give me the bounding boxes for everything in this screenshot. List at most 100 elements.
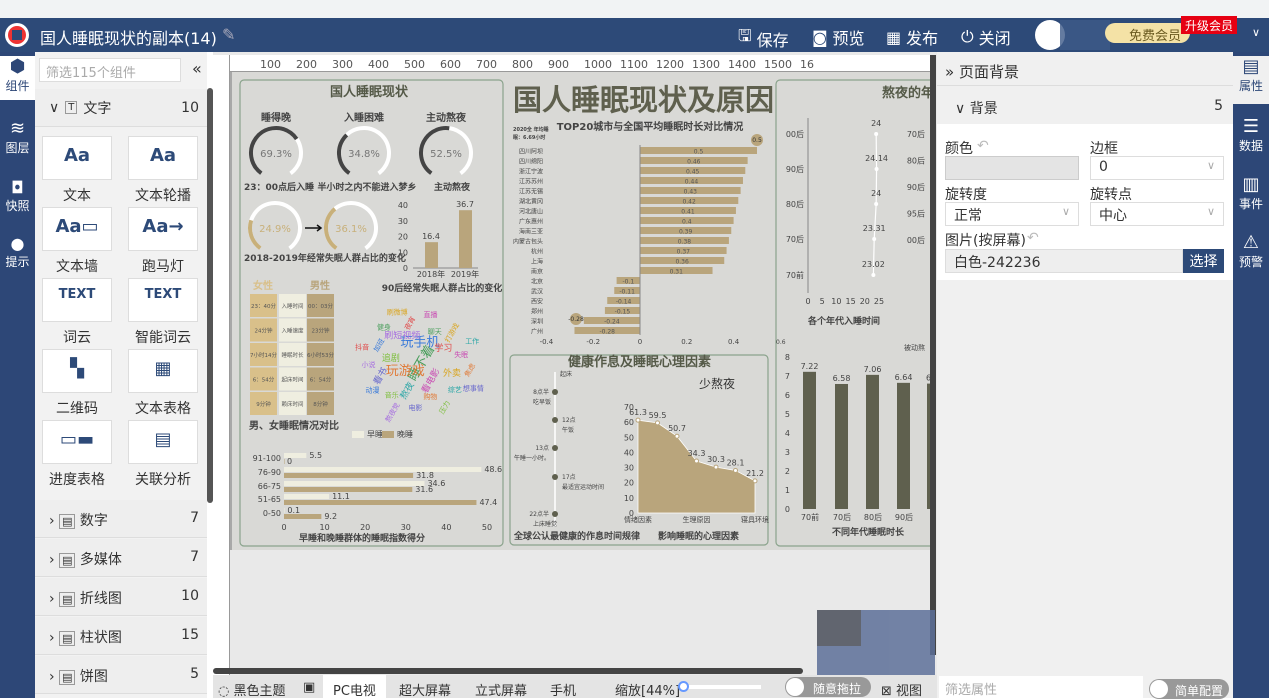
tab-pc-tv[interactable]: PC电视 bbox=[323, 675, 386, 699]
collapse-panel-button[interactable]: « bbox=[192, 59, 202, 78]
color-picker[interactable] bbox=[945, 156, 1079, 180]
zoom-slider[interactable] bbox=[678, 681, 761, 692]
ruler-tick: 100 bbox=[260, 58, 281, 71]
preview-button[interactable]: ◙ 预览 bbox=[812, 25, 865, 49]
word-cloud-word: 追剧 bbox=[382, 352, 400, 364]
y-tick: 95后 bbox=[907, 209, 925, 219]
rail-snapshot[interactable]: ◘ 快照 bbox=[0, 178, 35, 214]
section-media[interactable]: › ▤ 多媒体 7 bbox=[35, 539, 207, 577]
component-text-carousel[interactable]: Aa bbox=[128, 136, 198, 180]
y-tick: 海南三亚 bbox=[519, 228, 543, 236]
table-cell-text: 24分钟 bbox=[255, 327, 273, 335]
y-tick: 浙江宁波 bbox=[519, 168, 543, 176]
tab-mobile[interactable]: 手机 bbox=[550, 680, 576, 699]
filter-property-input[interactable]: 筛选属性 bbox=[939, 676, 1143, 698]
border-select[interactable]: 0 ∨ bbox=[1090, 156, 1224, 180]
choose-image-button[interactable]: 选择 bbox=[1183, 249, 1224, 273]
minimap-viewport[interactable] bbox=[817, 610, 861, 646]
color-label: 颜色 bbox=[945, 141, 973, 157]
rail-properties[interactable]: ▤ 属性 bbox=[1233, 56, 1269, 104]
panel-title: 熬夜的年 bbox=[882, 85, 930, 101]
word-cloud-word: 聊天 bbox=[428, 327, 442, 336]
component-qrcode[interactable]: ▚ bbox=[42, 349, 112, 393]
component-ai-word-cloud[interactable]: TEXT bbox=[128, 278, 198, 322]
x-tick: 20 bbox=[860, 297, 870, 306]
tab-large-screen[interactable]: 超大屏幕 bbox=[399, 680, 451, 699]
point-label: 23.02 bbox=[862, 260, 885, 269]
chevron-down-icon[interactable]: ∨ bbox=[1252, 26, 1260, 39]
clock-icon bbox=[552, 445, 558, 451]
x-tick: 20 bbox=[360, 523, 370, 532]
rail-layers[interactable]: ≋ 图层 bbox=[0, 118, 35, 156]
table-cell-text: 起床时间 bbox=[281, 376, 303, 384]
rail-components[interactable]: ⬢ 组件 bbox=[0, 56, 35, 100]
section-bar-chart[interactable]: › ▤ 柱状图 15 bbox=[35, 617, 207, 655]
x-tick: 40 bbox=[441, 523, 451, 532]
bar-label: 9.2 bbox=[324, 512, 337, 521]
canvas-hscrollbar[interactable] bbox=[213, 668, 803, 674]
x-tick: 2018年 bbox=[417, 269, 445, 279]
component-icon: ⬢ bbox=[9, 56, 26, 77]
component-marquee[interactable]: Aa→ bbox=[128, 207, 198, 251]
property-panel: » 页面背景 ∨ 背景 5 颜色 ↶ 边框 0 ∨ 旋转度 正常 ∨ 旋转点 中心 ∨ … bbox=[937, 52, 1233, 699]
component-text-wall[interactable]: Aa▭ bbox=[42, 207, 112, 251]
rotate-select[interactable]: 正常 ∨ bbox=[945, 202, 1079, 226]
zoom-slider-handle[interactable] bbox=[678, 681, 689, 692]
publish-button[interactable]: ▦ 发布 bbox=[886, 25, 938, 49]
gauge-caption: 23：00点后入睡 bbox=[244, 181, 314, 193]
table-cell-text: 睡眠时长 bbox=[281, 351, 304, 359]
minimap[interactable] bbox=[817, 610, 935, 675]
component-word-cloud[interactable]: TEXT bbox=[42, 278, 112, 322]
rail-alert[interactable]: ⚠ 预警 bbox=[1233, 232, 1269, 270]
component-relation-analysis[interactable]: ▤ bbox=[128, 420, 198, 464]
x-tick: 生理原因 bbox=[683, 515, 711, 524]
member-badge[interactable]: 免费会员 bbox=[1105, 23, 1190, 44]
view-button[interactable]: ⊠ 视图 bbox=[881, 680, 922, 699]
word-cloud-word: 小说 bbox=[361, 360, 375, 369]
y-tick: 西安 bbox=[531, 298, 543, 306]
close-button[interactable]: ⏻ 关闭 bbox=[961, 25, 1011, 49]
tab-vertical-screen[interactable]: 立式屏幕 bbox=[475, 680, 527, 699]
rail-data[interactable]: ☰ 数据 bbox=[1233, 116, 1269, 154]
upgrade-button[interactable]: 升级会员 bbox=[1181, 16, 1237, 34]
table-cell-text: 6：54分 bbox=[253, 376, 275, 384]
component-text-table[interactable]: ▦ bbox=[128, 349, 198, 393]
section-number[interactable]: › ▤ 数字 7 bbox=[35, 500, 207, 538]
section-background[interactable]: ∨ 背景 5 bbox=[937, 88, 1233, 124]
rail-tips[interactable]: ● 提示 bbox=[0, 234, 35, 270]
grid-icon: ▦ bbox=[886, 27, 902, 47]
word-cloud-word: 抖音 bbox=[355, 342, 369, 351]
section-line-chart[interactable]: › ▤ 折线图 10 bbox=[35, 578, 207, 616]
y-tick: 上海 bbox=[531, 258, 543, 266]
simple-config-toggle[interactable]: 简单配置 bbox=[1149, 679, 1229, 699]
reset-icon[interactable]: ↶ bbox=[1027, 230, 1039, 246]
bar-label: 0.38 bbox=[678, 239, 692, 246]
free-drag-toggle[interactable]: 随意拖拉 bbox=[785, 677, 871, 697]
section-pie-chart[interactable]: › ▤ 饼图 5 bbox=[35, 656, 207, 694]
expand-icon[interactable]: » bbox=[945, 63, 959, 81]
bar-label: 0.39 bbox=[679, 229, 693, 236]
data-point bbox=[655, 420, 660, 426]
save-button[interactable]: 🖫 保存 bbox=[738, 25, 789, 52]
component-progress-table[interactable]: ▭▬ bbox=[42, 420, 112, 464]
section-text[interactable]: ∨ T 文字 10 bbox=[35, 89, 207, 127]
camera-icon: ◘ bbox=[11, 178, 24, 197]
canvas-vscrollbar[interactable] bbox=[930, 55, 936, 655]
x-tick: 0.4 bbox=[728, 338, 740, 346]
design-canvas[interactable]: 国人睡眠现状 国人睡眠现状及原因 健康作息及睡眠心理因素 熬夜的年 睡得晚 69.3% 入睡… bbox=[232, 72, 937, 550]
reset-icon[interactable]: ↶ bbox=[977, 138, 989, 154]
component-text[interactable]: Aa bbox=[42, 136, 112, 180]
image-input[interactable]: 白色-242236 bbox=[945, 249, 1183, 273]
theme-toggle[interactable]: ◌ 黑色主题 bbox=[218, 680, 286, 699]
preview-icon: ◙ bbox=[812, 27, 828, 47]
bar-label: 0.37 bbox=[677, 249, 691, 256]
rail-events[interactable]: ▥ 事件 bbox=[1233, 174, 1269, 212]
component-search-input[interactable]: 筛选115个组件 bbox=[39, 58, 181, 82]
chart-caption: 全球公认最健康的作息时间规律 bbox=[513, 530, 640, 542]
timeline-desc: 上床睡觉 bbox=[533, 520, 557, 528]
component-label: 智能词云 bbox=[135, 330, 191, 346]
edit-title-icon[interactable]: ✎ bbox=[222, 25, 235, 44]
pivot-select[interactable]: 中心 ∨ bbox=[1090, 202, 1224, 226]
y-tick: 4 bbox=[785, 429, 790, 438]
bar-label: 0.5 bbox=[694, 149, 704, 156]
